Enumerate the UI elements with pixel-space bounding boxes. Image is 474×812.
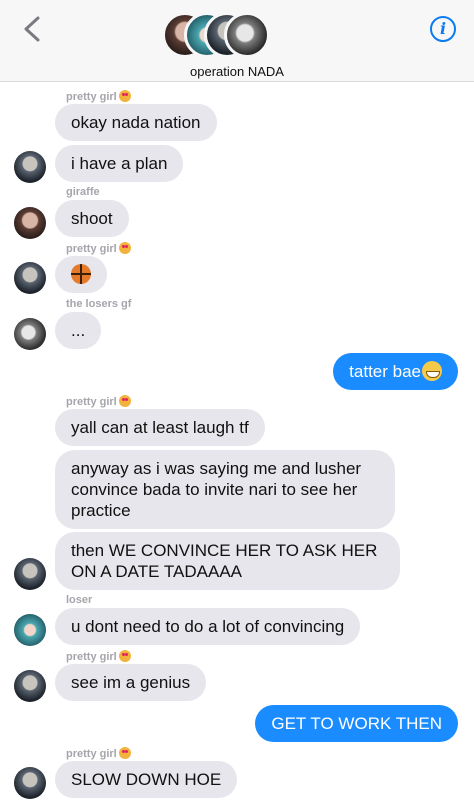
basketball-icon — [71, 264, 91, 284]
chevron-left-icon — [24, 16, 40, 42]
sender-name: pretty girl — [66, 242, 131, 255]
avatar[interactable] — [14, 151, 46, 183]
grinning-sweat-icon — [422, 361, 442, 381]
message-bubble[interactable]: u dont need to do a lot of convincing — [55, 608, 361, 645]
message-bubble[interactable]: then WE CONVINCE HER TO ASK HER ON A DAT… — [55, 532, 400, 590]
sender-name: giraffe — [66, 186, 100, 198]
heart-eyes-icon — [118, 90, 131, 102]
message-bubble[interactable]: see im a genius — [55, 664, 207, 701]
heart-eyes-icon — [118, 395, 131, 407]
message-bubble[interactable]: okay nada nation — [55, 104, 217, 141]
heart-eyes-icon — [118, 242, 131, 254]
avatar[interactable] — [14, 558, 46, 590]
message-bubble[interactable]: shoot — [55, 200, 129, 237]
outgoing-message-bubble[interactable]: tatter bae — [333, 353, 458, 390]
group-avatar — [224, 12, 270, 58]
heart-eyes-icon — [118, 650, 131, 662]
avatar[interactable] — [14, 670, 46, 702]
message-bubble[interactable]: ... — [55, 312, 102, 349]
message-bubble[interactable] — [55, 256, 107, 293]
group-name[interactable]: operation NADA — [0, 64, 474, 79]
message-bubble[interactable]: SLOW DOWN HOE — [55, 761, 238, 798]
avatar[interactable] — [14, 767, 46, 799]
message-bubble[interactable]: anyway as i was saying me and lusher con… — [55, 450, 395, 529]
message-bubble[interactable]: i have a plan — [55, 145, 184, 182]
back-button[interactable] — [20, 14, 44, 44]
sender-name: the losers gf — [66, 298, 132, 310]
avatar[interactable] — [14, 207, 46, 239]
avatar[interactable] — [14, 614, 46, 646]
message-bubble[interactable]: yall can at least laugh tf — [55, 409, 265, 446]
sender-name: pretty girl — [66, 90, 131, 103]
sender-name: pretty girl — [66, 747, 131, 760]
info-button[interactable]: i — [430, 16, 456, 42]
chat-header: operation NADA i — [0, 0, 474, 82]
avatar[interactable] — [14, 318, 46, 350]
sender-name: pretty girl — [66, 395, 131, 408]
outgoing-message-bubble[interactable]: GET TO WORK THEN — [255, 705, 458, 742]
avatar[interactable] — [14, 262, 46, 294]
heart-eyes-icon — [118, 747, 131, 759]
sender-name: loser — [66, 594, 93, 606]
sender-name: pretty girl — [66, 650, 131, 663]
group-avatars[interactable] — [162, 12, 272, 58]
